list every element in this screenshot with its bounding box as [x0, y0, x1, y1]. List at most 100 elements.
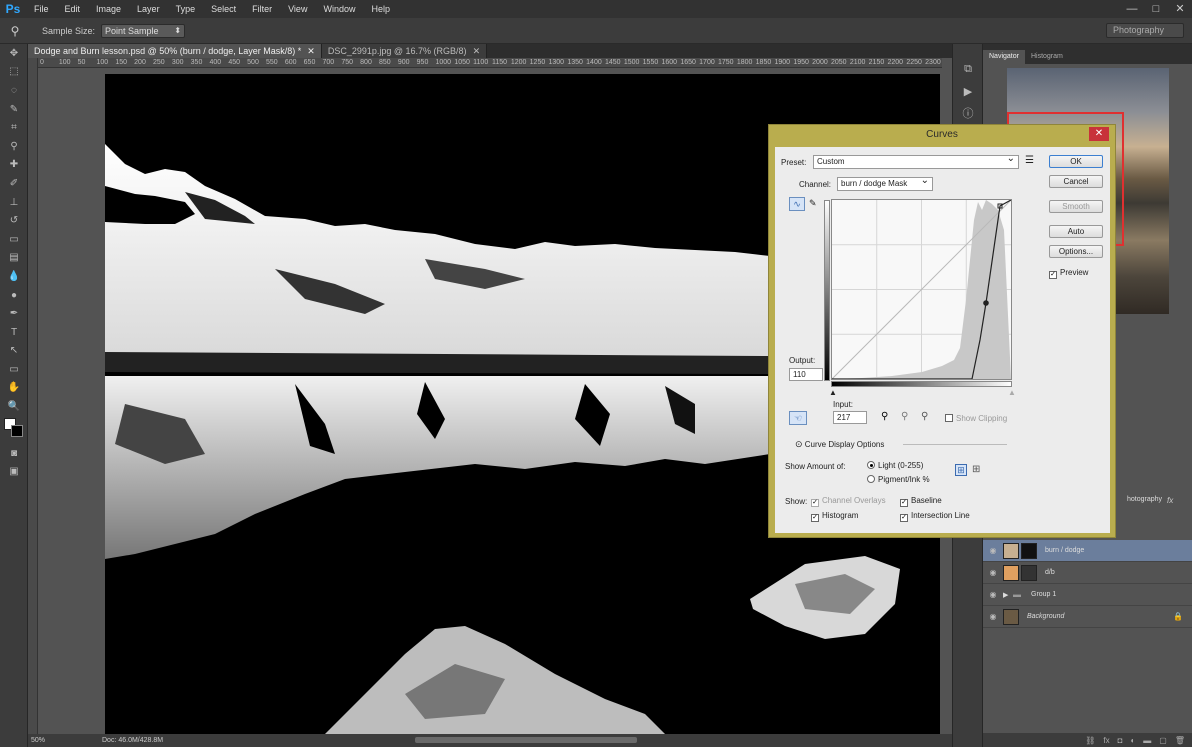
quick-mask-icon[interactable]: ◙ — [0, 444, 28, 463]
preview-checkbox[interactable]: Preview — [1049, 268, 1088, 279]
minimize-button[interactable]: — — [1120, 0, 1144, 18]
brush-tool-icon[interactable]: ✐ — [0, 174, 28, 193]
eye-icon[interactable]: ◉ — [983, 546, 1003, 555]
new-layer-icon[interactable]: ▢ — [1159, 736, 1167, 745]
menu-edit[interactable]: Edit — [57, 4, 89, 14]
tab-dsc-2991p[interactable]: DSC_2991p.jpg @ 16.7% (RGB/8) ✕ — [321, 44, 488, 58]
ok-button[interactable]: OK — [1049, 155, 1103, 168]
show-clipping-checkbox[interactable]: Show Clipping — [945, 414, 1007, 423]
zoom-level[interactable]: 50% — [28, 737, 62, 744]
sample-size-select[interactable]: Point Sample — [101, 23, 186, 38]
quick-select-tool-icon[interactable]: ✎ — [0, 100, 28, 119]
fx-icon[interactable]: fx — [1167, 496, 1173, 505]
auto-button[interactable]: Auto — [1049, 225, 1103, 238]
gradient-tool-icon[interactable]: ▤ — [0, 249, 28, 268]
display-options-toggle[interactable]: ⊙ Curve Display Options — [795, 439, 884, 450]
layer-row-group-1[interactable]: ◉ ▶ ▬ Group 1 — [983, 584, 1192, 606]
preset-options-icon[interactable]: ☰ — [1025, 155, 1034, 166]
curves-graph[interactable] — [831, 199, 1012, 380]
mask-thumbnail[interactable] — [1021, 542, 1037, 559]
menu-filter[interactable]: Filter — [244, 4, 280, 14]
on-image-adjust-icon[interactable]: ☜ — [789, 411, 807, 425]
link-icon[interactable]: ⛓ — [1085, 736, 1095, 745]
menu-view[interactable]: View — [280, 4, 315, 14]
pen-tool-icon[interactable]: ✒ — [0, 304, 28, 323]
clone-stamp-icon[interactable]: ⊥ — [0, 193, 28, 212]
white-point-slider-icon[interactable]: ▲ — [1008, 388, 1016, 397]
expand-arrow-icon[interactable]: ▶ — [1003, 591, 1013, 599]
cancel-button[interactable]: Cancel — [1049, 175, 1103, 188]
mask-thumbnail[interactable] — [1021, 564, 1037, 581]
input-field[interactable]: 217 — [833, 411, 867, 424]
eye-icon[interactable]: ◉ — [983, 590, 1003, 599]
crop-tool-icon[interactable]: ⌗ — [0, 118, 28, 137]
move-tool-icon[interactable]: ✥ — [0, 44, 28, 63]
history-brush-icon[interactable]: ↺ — [0, 211, 28, 230]
white-eyedropper-icon[interactable]: ⚲ — [921, 411, 928, 422]
baseline-checkbox[interactable]: Baseline — [900, 496, 942, 507]
dodge-tool-icon[interactable]: ● — [0, 286, 28, 305]
layer-row-background[interactable]: ◉ Background 🔒 — [983, 606, 1192, 628]
light-radio[interactable]: Light (0-255) — [867, 461, 923, 470]
menu-select[interactable]: Select — [203, 4, 244, 14]
menu-help[interactable]: Help — [363, 4, 398, 14]
type-tool-icon[interactable]: T — [0, 323, 28, 342]
tab-navigator[interactable]: Navigator — [983, 50, 1025, 64]
channel-overlays-checkbox[interactable]: Channel Overlays — [811, 496, 886, 507]
show-clipping-check[interactable] — [945, 414, 953, 422]
layer-row-burn-dodge[interactable]: ◉ burn / dodge — [983, 540, 1192, 562]
channel-overlays-check[interactable] — [811, 499, 819, 507]
close-icon[interactable]: ✕ — [473, 44, 481, 58]
horizontal-scrollbar[interactable] — [415, 737, 637, 743]
close-icon[interactable]: ✕ — [307, 44, 315, 58]
zoom-tool-icon[interactable]: 🔍 — [0, 397, 28, 416]
healing-brush-icon[interactable]: ✚ — [0, 156, 28, 175]
folder-new-icon[interactable]: ▬ — [1143, 736, 1151, 745]
workspace-select[interactable]: Photography — [1106, 23, 1184, 38]
eye-icon[interactable]: ◉ — [983, 568, 1003, 577]
marquee-tool-icon[interactable]: ⬚ — [0, 63, 28, 82]
menu-layer[interactable]: Layer — [129, 4, 168, 14]
maximize-button[interactable]: □ — [1144, 0, 1168, 18]
trash-icon[interactable]: 🗑 — [1175, 736, 1185, 745]
grid-4x4-icon[interactable]: ⊞ — [955, 464, 967, 476]
pencil-tool-icon[interactable]: ✎ — [809, 198, 817, 209]
close-window-button[interactable]: ✕ — [1168, 0, 1192, 18]
eye-icon[interactable]: ◉ — [983, 612, 1003, 621]
intersection-check[interactable] — [900, 514, 908, 522]
dialog-close-button[interactable]: ✕ — [1089, 127, 1109, 141]
menu-type[interactable]: Type — [168, 4, 204, 14]
channel-select[interactable]: burn / dodge Mask — [837, 175, 933, 191]
preset-select[interactable]: Custom — [813, 153, 1019, 169]
menu-window[interactable]: Window — [315, 4, 363, 14]
history-icon[interactable]: ⧉ — [953, 58, 983, 80]
histogram-checkbox[interactable]: Histogram — [811, 511, 858, 522]
menu-image[interactable]: Image — [88, 4, 129, 14]
adjustment-icon[interactable]: ◐ — [1130, 736, 1135, 745]
pigment-radio-dot[interactable] — [867, 475, 875, 483]
actions-play-icon[interactable]: ▶ — [953, 80, 983, 102]
options-button[interactable]: Options... — [1049, 245, 1103, 258]
eraser-tool-icon[interactable]: ▭ — [0, 230, 28, 249]
black-point-slider-icon[interactable]: ▲ — [829, 388, 837, 397]
eyedropper-icon[interactable]: ⚲ — [0, 137, 28, 156]
blur-tool-icon[interactable]: 💧 — [0, 267, 28, 286]
preview-check[interactable] — [1049, 271, 1057, 279]
intersection-checkbox[interactable]: Intersection Line — [900, 511, 970, 522]
info-icon[interactable]: ⓘ — [953, 102, 983, 124]
output-field[interactable]: 110 — [789, 368, 823, 381]
mask-icon[interactable]: ◘ — [1118, 736, 1123, 745]
color-swatches-icon[interactable] — [0, 416, 28, 444]
baseline-check[interactable] — [900, 499, 908, 507]
gray-eyedropper-icon[interactable]: ⚲ — [901, 411, 908, 422]
histogram-check[interactable] — [811, 514, 819, 522]
menu-file[interactable]: File — [26, 4, 57, 14]
lasso-tool-icon[interactable]: ◌ — [0, 81, 28, 100]
tab-dodge-burn-lesson[interactable]: Dodge and Burn lesson.psd @ 50% (burn / … — [28, 44, 322, 58]
tab-histogram[interactable]: Histogram — [1025, 50, 1069, 64]
path-select-icon[interactable]: ↖ — [0, 342, 28, 361]
layer-row-db[interactable]: ◉ d/b — [983, 562, 1192, 584]
hand-tool-icon[interactable]: ✋ — [0, 379, 28, 398]
curve-point-tool-icon[interactable]: ∿ — [789, 197, 805, 211]
pigment-radio[interactable]: Pigment/Ink % — [867, 475, 930, 484]
